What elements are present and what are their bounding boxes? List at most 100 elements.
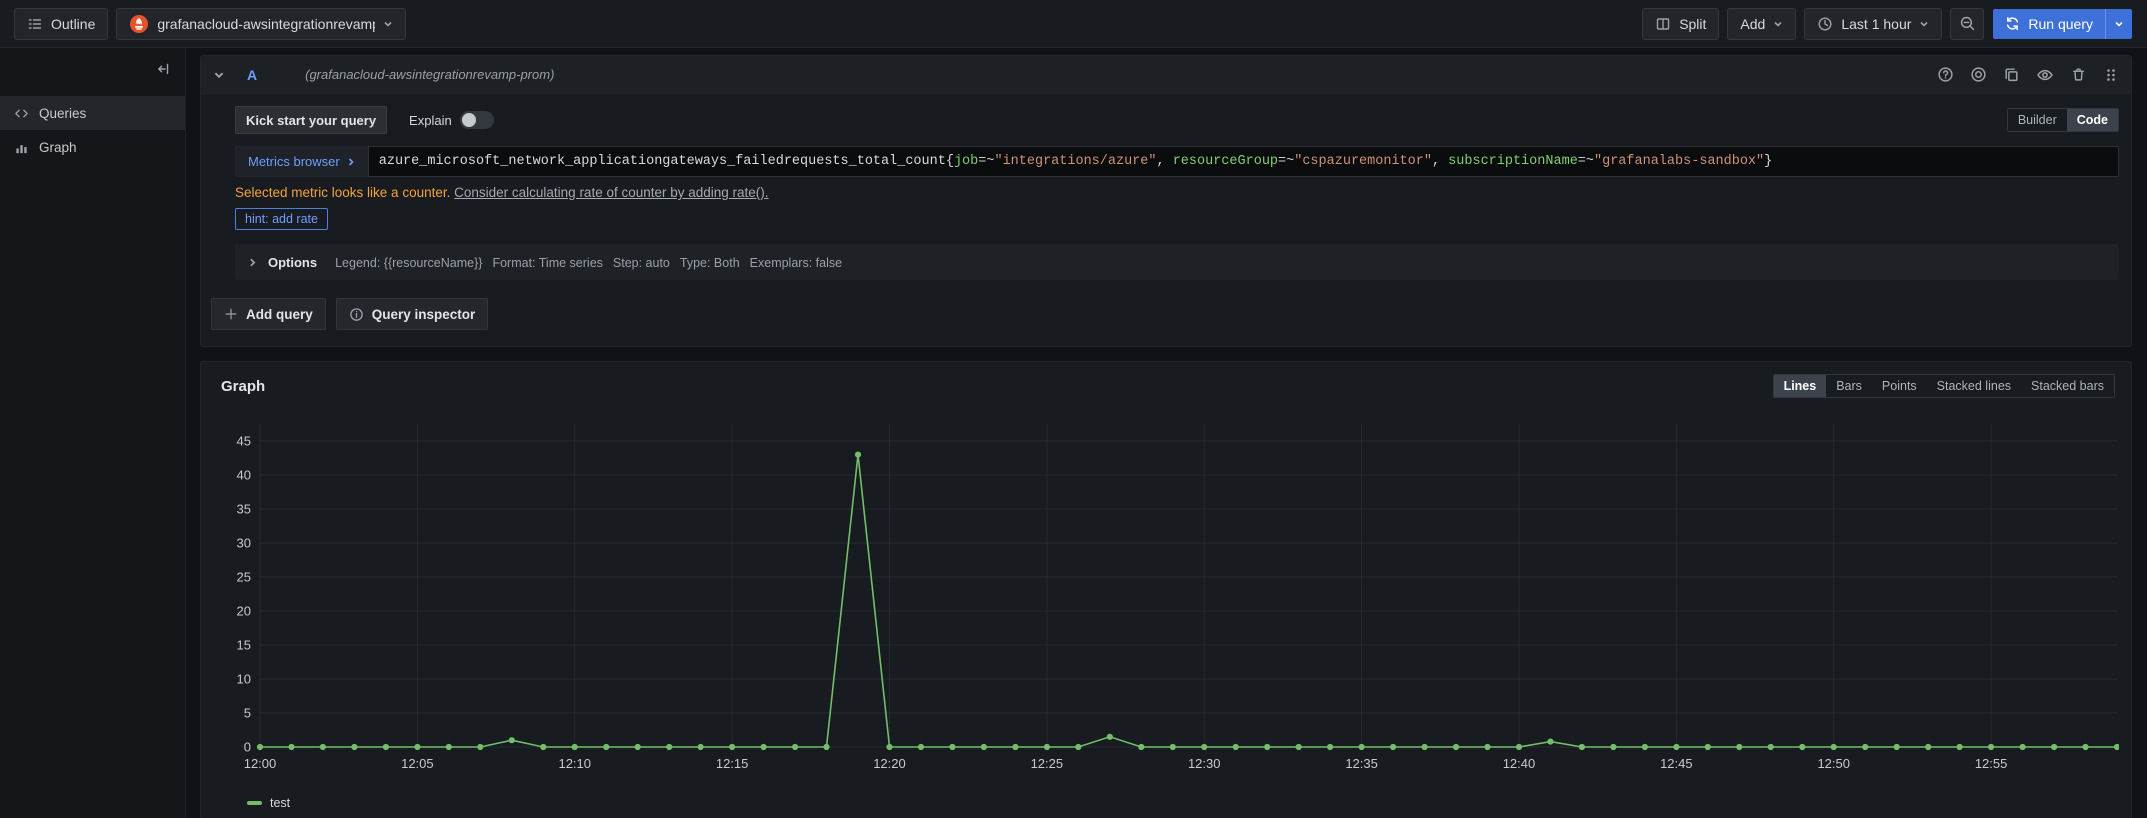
series-point[interactable] [1107, 734, 1113, 740]
series-point[interactable] [1957, 744, 1963, 750]
series-point[interactable] [1988, 744, 1994, 750]
series-point[interactable] [320, 744, 326, 750]
series-point[interactable] [698, 744, 704, 750]
run-query-caret[interactable] [2105, 9, 2132, 39]
series-point[interactable] [446, 744, 452, 750]
series-point[interactable] [1233, 744, 1239, 750]
options-collapse-row[interactable]: Options Legend: {{resourceName}}Format: … [235, 244, 2119, 280]
series-point[interactable] [288, 744, 294, 750]
query-duplicate-button[interactable] [2003, 66, 2020, 83]
query-ref-id[interactable]: A [247, 67, 257, 83]
zoom-out-time-button[interactable] [1950, 8, 1984, 40]
query-mode-builder[interactable]: Builder [2008, 109, 2067, 131]
query-row-header[interactable]: A (grafanacloud-awsintegrationrevamp-pro… [201, 56, 2131, 94]
series-point[interactable] [477, 744, 483, 750]
series-point[interactable] [414, 744, 420, 750]
series-point[interactable] [1642, 744, 1648, 750]
series-point[interactable] [2020, 744, 2026, 750]
series-point[interactable] [1547, 739, 1553, 745]
add-button[interactable]: Add [1727, 8, 1796, 40]
series-point[interactable] [635, 744, 641, 750]
query-disable-button[interactable] [1970, 66, 1987, 83]
series-point[interactable] [1170, 744, 1176, 750]
series-point[interactable] [1484, 744, 1490, 750]
series-point[interactable] [1925, 744, 1931, 750]
y-axis-tick-label: 35 [237, 502, 251, 517]
series-point[interactable] [1296, 744, 1302, 750]
query-mode-code[interactable]: Code [2067, 109, 2118, 131]
series-point[interactable] [257, 744, 263, 750]
query-inspector-button[interactable]: Query inspector [336, 298, 489, 330]
time-range-picker[interactable]: Last 1 hour [1804, 8, 1942, 40]
series-point[interactable] [792, 744, 798, 750]
series-point[interactable] [1894, 744, 1900, 750]
add-query-button[interactable]: Add query [211, 298, 326, 330]
query-drag-handle[interactable] [2103, 67, 2119, 83]
series-point[interactable] [1327, 744, 1333, 750]
promql-query-input[interactable]: azure_microsoft_network_applicationgatew… [368, 146, 2119, 177]
split-button[interactable]: Split [1642, 8, 1719, 40]
series-point[interactable] [1831, 744, 1837, 750]
legend-series-label[interactable]: test [270, 796, 290, 810]
series-point[interactable] [1201, 744, 1207, 750]
metrics-browser-button[interactable]: Metrics browser [235, 146, 368, 177]
series-point[interactable] [509, 737, 515, 743]
sidebar-item-queries[interactable]: Queries [0, 96, 185, 130]
series-point[interactable] [1390, 744, 1396, 750]
series-point[interactable] [383, 744, 389, 750]
graph-icon [14, 140, 29, 155]
series-point[interactable] [1516, 744, 1522, 750]
graph-style-bars[interactable]: Bars [1826, 375, 1872, 397]
series-point[interactable] [1075, 744, 1081, 750]
datasource-picker[interactable]: grafanacloud-awsintegrationrevamp-prom [116, 8, 406, 40]
series-point[interactable] [1422, 744, 1428, 750]
graph-style-stacked-lines[interactable]: Stacked lines [1927, 375, 2021, 397]
series-point[interactable] [761, 744, 767, 750]
series-point[interactable] [1359, 744, 1365, 750]
series-point[interactable] [351, 744, 357, 750]
series-point[interactable] [1799, 744, 1805, 750]
outline-button[interactable]: Outline [14, 8, 108, 40]
hint-add-rate-button[interactable]: hint: add rate [235, 208, 328, 230]
series-point[interactable] [1453, 744, 1459, 750]
series-point[interactable] [981, 744, 987, 750]
series-point[interactable] [823, 744, 829, 750]
series-point[interactable] [949, 744, 955, 750]
graph-style-lines[interactable]: Lines [1774, 375, 1827, 397]
series-point[interactable] [1579, 744, 1585, 750]
series-point[interactable] [1138, 744, 1144, 750]
graph-style-points[interactable]: Points [1872, 375, 1927, 397]
time-series-chart[interactable]: 05101520253035404512:0012:0512:1012:1512… [213, 404, 2119, 794]
series-point[interactable] [1862, 744, 1868, 750]
series-point[interactable] [572, 744, 578, 750]
series-point[interactable] [1264, 744, 1270, 750]
series-point[interactable] [2114, 744, 2119, 750]
series-point[interactable] [1044, 744, 1050, 750]
series-point[interactable] [1768, 744, 1774, 750]
series-point[interactable] [1673, 744, 1679, 750]
query-remove-button[interactable] [2070, 66, 2087, 83]
query-hide-response-button[interactable] [2036, 66, 2054, 84]
collapse-sidebar-button[interactable] [151, 56, 177, 82]
warning-link[interactable]: Consider calculating rate of counter by … [454, 185, 768, 200]
series-point[interactable] [540, 744, 546, 750]
series-point[interactable] [1012, 744, 1018, 750]
sidebar-item-graph[interactable]: Graph [0, 130, 185, 164]
series-point[interactable] [1610, 744, 1616, 750]
query-help-button[interactable] [1937, 66, 1954, 83]
series-point[interactable] [918, 744, 924, 750]
series-point[interactable] [666, 744, 672, 750]
series-point[interactable] [1705, 744, 1711, 750]
run-query-button[interactable]: Run query [1992, 8, 2133, 40]
collapse-query-chevron-icon[interactable] [213, 69, 225, 81]
series-point[interactable] [603, 744, 609, 750]
kick-start-query-button[interactable]: Kick start your query [235, 106, 387, 134]
series-point[interactable] [2051, 744, 2057, 750]
series-point[interactable] [2082, 744, 2088, 750]
graph-style-stacked-bars[interactable]: Stacked bars [2021, 375, 2114, 397]
explain-toggle[interactable] [460, 111, 494, 129]
series-point[interactable] [855, 452, 861, 458]
series-point[interactable] [1736, 744, 1742, 750]
series-point[interactable] [729, 744, 735, 750]
series-point[interactable] [886, 744, 892, 750]
